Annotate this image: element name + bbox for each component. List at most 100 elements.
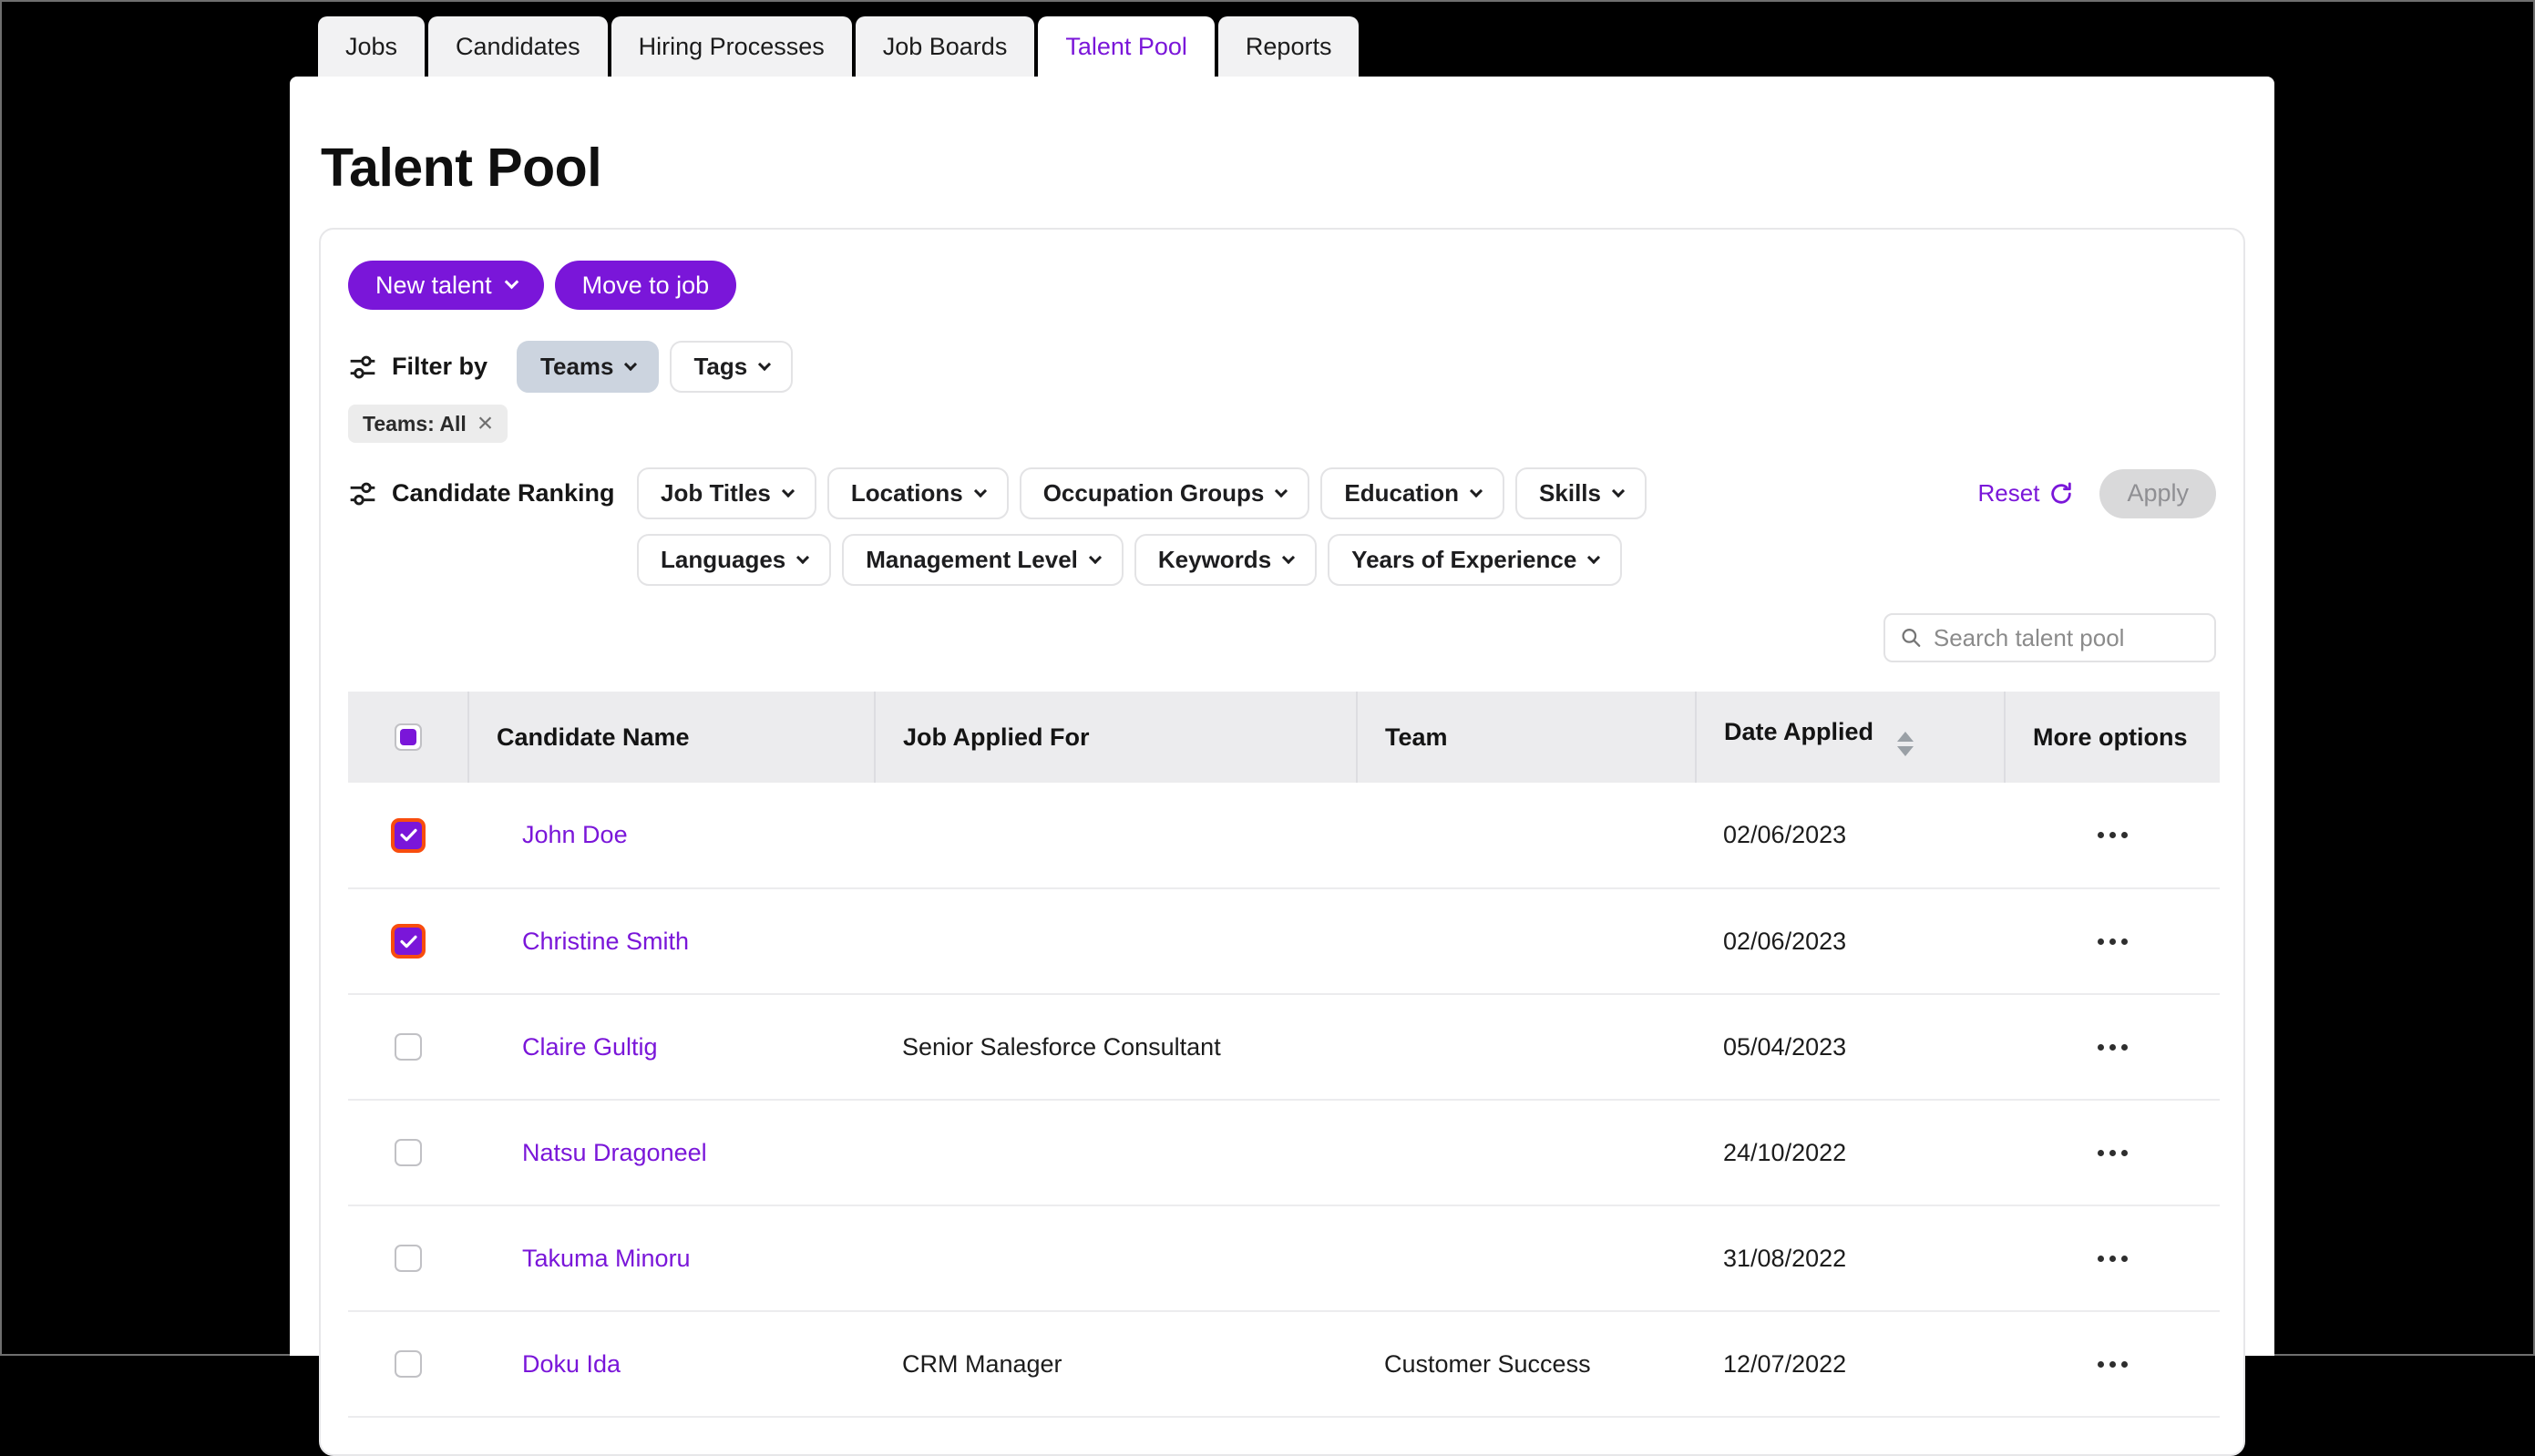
- filter-chips: Teams Tags: [517, 341, 793, 393]
- row-checkbox[interactable]: [391, 818, 426, 853]
- column-label: Date Applied: [1724, 718, 1873, 745]
- talent-table: Candidate Name Job Applied For Team Date…: [348, 692, 2220, 1418]
- more-options-button[interactable]: [2005, 1150, 2220, 1156]
- move-to-job-button[interactable]: Move to job: [555, 261, 737, 310]
- tab-reports[interactable]: Reports: [1218, 16, 1360, 77]
- ranking-chip-row-2: Languages Management Level Keywords Year…: [637, 534, 1647, 586]
- chip-label: Education: [1344, 479, 1459, 508]
- candidate-name-link[interactable]: Christine Smith: [522, 928, 689, 955]
- tab-hiring-processes[interactable]: Hiring Processes: [611, 16, 852, 77]
- check-icon: [400, 935, 417, 948]
- more-options-button[interactable]: [2005, 1361, 2220, 1368]
- date-applied-cell: 24/10/2022: [1696, 1100, 2005, 1205]
- chevron-down-icon: [504, 275, 518, 290]
- tab-talent-pool[interactable]: Talent Pool: [1038, 16, 1215, 77]
- table-row: Christine Smith 02/06/2023: [348, 888, 2220, 994]
- table-row: Takuma Minoru 31/08/2022: [348, 1205, 2220, 1311]
- apply-button[interactable]: Apply: [2099, 469, 2216, 518]
- candidate-ranking-label-group: Candidate Ranking: [348, 467, 637, 519]
- tab-label: Hiring Processes: [639, 33, 825, 61]
- team-cell: [1357, 1100, 1696, 1205]
- tab-label: Reports: [1246, 33, 1332, 61]
- chip-label: Years of Experience: [1351, 546, 1576, 574]
- candidate-name-link[interactable]: John Doe: [522, 821, 628, 848]
- row-checkbox[interactable]: [395, 1245, 422, 1272]
- more-options-button[interactable]: [2005, 832, 2220, 838]
- locations-filter-chip[interactable]: Locations: [827, 467, 1009, 519]
- job-applied-cell: Senior Salesforce Consultant: [875, 994, 1357, 1100]
- check-icon: [400, 828, 417, 842]
- row-checkbox[interactable]: [395, 1139, 422, 1166]
- tab-candidates[interactable]: Candidates: [428, 16, 608, 77]
- column-header-more-options: More options: [2005, 692, 2220, 783]
- tab-jobs[interactable]: Jobs: [318, 16, 425, 77]
- job-applied-cell: [875, 1100, 1357, 1205]
- column-header-date-applied[interactable]: Date Applied: [1696, 692, 2005, 783]
- ranking-actions: Reset Apply: [1978, 467, 2216, 519]
- team-cell: [1357, 994, 1696, 1100]
- chevron-down-icon: [1282, 551, 1295, 564]
- chevron-down-icon: [796, 551, 809, 564]
- job-applied-cell: [875, 1205, 1357, 1311]
- date-applied-cell: 31/08/2022: [1696, 1205, 2005, 1311]
- candidate-name-link[interactable]: Claire Gultig: [522, 1033, 658, 1061]
- team-cell: [1357, 783, 1696, 888]
- table-header-row: Candidate Name Job Applied For Team Date…: [348, 692, 2220, 783]
- remove-tag-icon[interactable]: ×: [477, 410, 494, 437]
- applied-filters-row: Teams: All ×: [348, 405, 2216, 443]
- table-row: Claire Gultig Senior Salesforce Consulta…: [348, 994, 2220, 1100]
- candidate-name-link[interactable]: Natsu Dragoneel: [522, 1139, 707, 1166]
- candidate-name-link[interactable]: Takuma Minoru: [522, 1245, 691, 1272]
- team-cell: Customer Success: [1357, 1311, 1696, 1417]
- row-checkbox[interactable]: [395, 1350, 422, 1378]
- candidate-ranking-row: Candidate Ranking Job Titles Locations O…: [348, 467, 2216, 586]
- reset-button[interactable]: Reset: [1978, 479, 2075, 508]
- chevron-down-icon: [1612, 485, 1625, 497]
- team-cell: [1357, 1205, 1696, 1311]
- page-title: Talent Pool: [321, 137, 2274, 199]
- teams-filter-chip[interactable]: Teams: [517, 341, 659, 393]
- languages-filter-chip[interactable]: Languages: [637, 534, 831, 586]
- job-titles-filter-chip[interactable]: Job Titles: [637, 467, 816, 519]
- table-row: John Doe 02/06/2023: [348, 783, 2220, 888]
- top-tab-bar: Jobs Candidates Hiring Processes Job Boa…: [318, 16, 1359, 77]
- tab-job-boards[interactable]: Job Boards: [856, 16, 1035, 77]
- apply-label: Apply: [2127, 479, 2189, 508]
- search-box[interactable]: [1883, 613, 2216, 662]
- new-talent-button[interactable]: New talent: [348, 261, 544, 310]
- new-talent-label: New talent: [375, 272, 492, 300]
- chevron-down-icon: [1587, 551, 1600, 564]
- sort-icon[interactable]: [1897, 732, 1914, 756]
- select-all-checkbox[interactable]: [395, 723, 422, 751]
- education-filter-chip[interactable]: Education: [1320, 467, 1504, 519]
- teams-all-tag[interactable]: Teams: All ×: [348, 405, 508, 443]
- tab-label: Jobs: [345, 33, 397, 61]
- occupation-groups-filter-chip[interactable]: Occupation Groups: [1020, 467, 1310, 519]
- search-input[interactable]: [1934, 624, 2200, 652]
- chip-label: Job Titles: [661, 479, 771, 508]
- job-applied-cell: [875, 888, 1357, 994]
- filter-adjustments-icon: [348, 353, 377, 382]
- move-to-job-label: Move to job: [582, 272, 710, 300]
- column-header-team: Team: [1357, 692, 1696, 783]
- chevron-down-icon: [1470, 485, 1483, 497]
- ranking-adjustments-icon: [348, 479, 377, 508]
- chevron-down-icon: [758, 358, 771, 371]
- row-checkbox[interactable]: [391, 924, 426, 959]
- table-row: Natsu Dragoneel 24/10/2022: [348, 1100, 2220, 1205]
- chip-label: Occupation Groups: [1043, 479, 1265, 508]
- tags-filter-chip[interactable]: Tags: [670, 341, 793, 393]
- chip-label: Skills: [1539, 479, 1601, 508]
- more-options-button[interactable]: [2005, 938, 2220, 945]
- skills-filter-chip[interactable]: Skills: [1515, 467, 1647, 519]
- chip-label: Languages: [661, 546, 785, 574]
- years-of-experience-filter-chip[interactable]: Years of Experience: [1328, 534, 1622, 586]
- management-level-filter-chip[interactable]: Management Level: [842, 534, 1124, 586]
- keywords-filter-chip[interactable]: Keywords: [1134, 534, 1317, 586]
- more-options-button[interactable]: [2005, 1044, 2220, 1051]
- more-options-button[interactable]: [2005, 1256, 2220, 1262]
- candidate-name-link[interactable]: Doku Ida: [522, 1350, 621, 1378]
- row-checkbox[interactable]: [395, 1033, 422, 1061]
- job-applied-cell: [875, 783, 1357, 888]
- reset-icon: [2048, 481, 2074, 507]
